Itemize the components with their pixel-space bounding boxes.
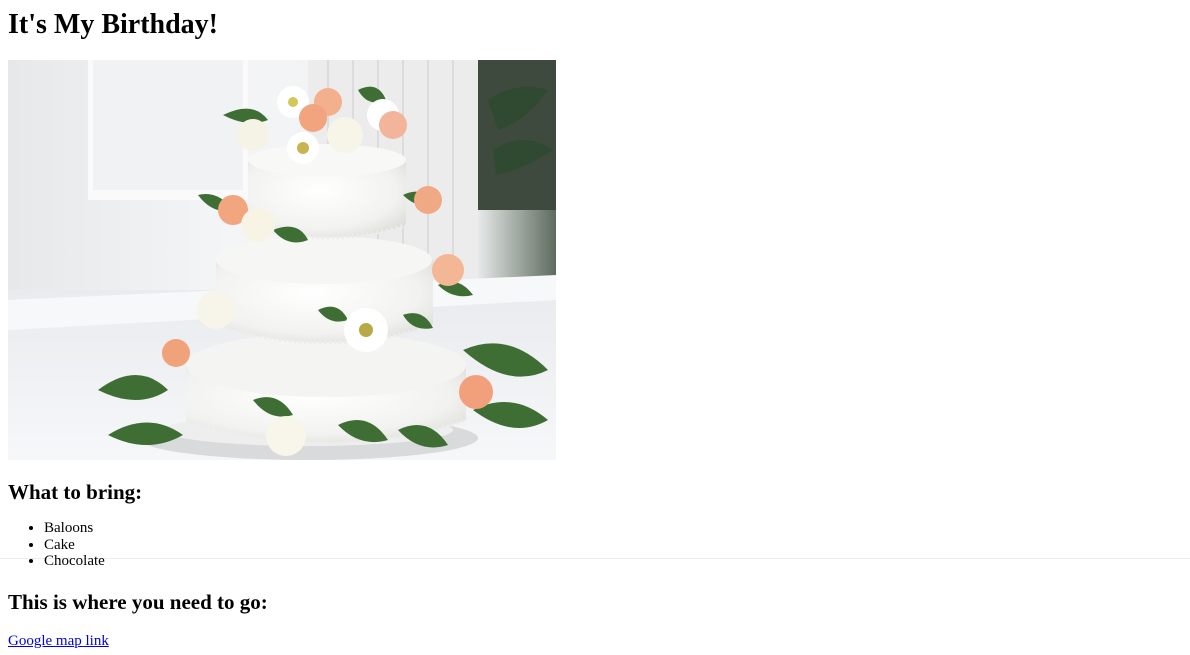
birthday-cake-image — [8, 60, 556, 460]
location-heading: This is where you need to go: — [8, 590, 268, 614]
list-item: Baloons — [44, 520, 105, 537]
page-title: It's My Birthday! — [8, 9, 218, 40]
scroll-divider — [0, 558, 1190, 559]
what-to-bring-heading: What to bring: — [8, 480, 143, 504]
list-item: Cake — [44, 537, 105, 554]
google-map-link[interactable]: Google map link — [8, 632, 109, 650]
list-item: Chocolate — [44, 553, 105, 570]
bring-list: Baloons Cake Chocolate — [8, 520, 105, 570]
